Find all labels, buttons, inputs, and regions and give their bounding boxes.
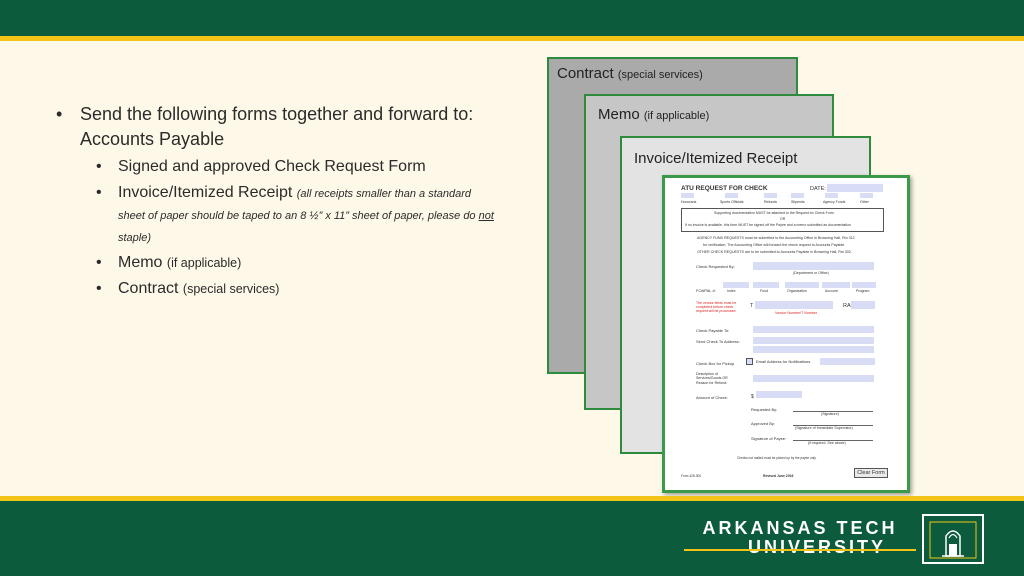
- category-checkbox[interactable]: [764, 193, 777, 198]
- foapal-col: Organization: [787, 289, 807, 293]
- card-title-paren: (special services): [617, 69, 703, 81]
- check-request-form: ATU REQUEST FOR CHECK DATE: Honoraria Sp…: [662, 175, 910, 493]
- main-bullet: Send the following forms together and fo…: [56, 102, 496, 152]
- category-label: Refunds: [764, 200, 778, 204]
- category-label: Stipends: [791, 200, 805, 204]
- card-title: Memo (if applicable): [598, 106, 709, 123]
- category-checkbox[interactable]: [725, 193, 738, 198]
- ra-field[interactable]: [851, 301, 875, 309]
- wordmark-underline: [684, 549, 916, 551]
- vendor-red-note: The vendor fields must be completed befo…: [696, 301, 737, 314]
- pickup-label: Check Box for Pickup: [696, 361, 735, 366]
- sub-bullet-invoice: Invoice/Itemized Receipt (all receipts s…: [56, 182, 496, 248]
- payable-to-field[interactable]: [753, 326, 874, 333]
- description-label: Description of Services/Goods OR Reason …: [696, 372, 728, 385]
- notice-line: If no invoice is available, this form MU…: [685, 223, 852, 227]
- address-field-2[interactable]: [753, 346, 874, 353]
- foapal-account-field[interactable]: [822, 282, 850, 288]
- t-number-label: T: [750, 303, 754, 309]
- clear-form-button[interactable]: Clear Form: [854, 468, 888, 478]
- category-checkbox[interactable]: [791, 193, 804, 198]
- notice-line: Supporting documentation MUST be attache…: [714, 211, 834, 215]
- agency-line: AGENCY FUND REQUESTS must be submitted t…: [697, 236, 855, 240]
- vendor-number-field[interactable]: [755, 301, 833, 309]
- foapal-fund-field[interactable]: [753, 282, 779, 288]
- receipt-note-post: staple): [118, 232, 152, 244]
- card-title: Contract (special services): [557, 65, 703, 82]
- email-label: Email Address for Notifications: [756, 359, 811, 364]
- date-field[interactable]: [827, 184, 883, 192]
- sub-bullet-paren: (special services): [182, 282, 280, 296]
- notice-or: OR: [780, 217, 786, 221]
- payee-signature-label: Signature of Payee:: [751, 436, 787, 441]
- form-number: Form 425-300: [681, 474, 702, 478]
- documentation-notice-box: Supporting documentation MUST be attache…: [681, 208, 884, 232]
- category-label: Agency Funds: [823, 200, 846, 204]
- pickup-footer-note: Checks not mailed must be picked up by t…: [737, 456, 817, 460]
- date-label: DATE:: [810, 186, 826, 192]
- category-checkbox[interactable]: [825, 193, 838, 198]
- card-title-text: Contract: [557, 65, 614, 82]
- address-field-1[interactable]: [753, 337, 874, 344]
- category-label: Honoraria: [681, 200, 697, 204]
- if-required-caption: (If required. See above): [808, 441, 846, 445]
- sub-bullet-label: Memo: [118, 254, 163, 271]
- card-title: Invoice/Itemized Receipt: [634, 150, 797, 167]
- payable-to-label: Check Payable To:: [696, 328, 730, 333]
- sub-bullet-label: Invoice/Itemized Receipt: [118, 184, 293, 201]
- form-title: ATU REQUEST FOR CHECK: [681, 185, 768, 192]
- pickup-checkbox[interactable]: [746, 358, 753, 365]
- approved-label: Approved By:: [751, 421, 776, 426]
- foapal-org-field[interactable]: [785, 282, 819, 288]
- foapal-program-field[interactable]: [852, 282, 876, 288]
- bell-tower-icon: [929, 521, 977, 559]
- supervisor-caption: (Signature of Immediate Supervisor): [795, 426, 853, 430]
- top-banner: [0, 0, 1024, 36]
- description-field[interactable]: [753, 375, 874, 382]
- send-to-label: Send Check To Address:: [696, 339, 740, 344]
- bullet-list: Send the following forms together and fo…: [56, 102, 496, 300]
- revised-date: Revised June 2016: [763, 474, 794, 478]
- category-checkbox[interactable]: [860, 193, 873, 198]
- department-field[interactable]: [753, 262, 874, 270]
- sub-bullet-memo: Memo (if applicable): [56, 252, 496, 274]
- category-checkbox[interactable]: [681, 193, 694, 198]
- receipt-note-emphasis: not: [478, 210, 494, 222]
- top-gold-stripe: [0, 36, 1024, 41]
- sub-bullet-label: Contract: [118, 280, 179, 297]
- foapal-label: FOAPAL #:: [696, 288, 716, 293]
- email-field[interactable]: [820, 358, 875, 365]
- requested-by-label: Check Requested By:: [696, 264, 735, 269]
- agency-line: for verification. The Accounting Office …: [703, 243, 846, 247]
- card-title-text: Memo: [598, 106, 640, 123]
- foapal-col: Program: [856, 289, 870, 293]
- requested-label: Requested By:: [751, 407, 778, 412]
- foapal-col: Account: [825, 289, 838, 293]
- sub-bullet-list: Signed and approved Check Request Form I…: [56, 156, 496, 300]
- sub-bullet-label: Signed and approved Check Request Form: [118, 158, 426, 175]
- wordmark-line-1: ARKANSAS TECH: [702, 518, 898, 538]
- vendor-caption: Vendor Number/T Number: [775, 311, 818, 315]
- card-title-paren: (if applicable): [643, 110, 710, 122]
- agency-line: OTHER CHECK REQUESTS are to be submitted…: [697, 250, 852, 254]
- sub-bullet-check-request: Signed and approved Check Request Form: [56, 156, 496, 178]
- amount-field[interactable]: [756, 391, 802, 398]
- signature-caption: (Signature): [821, 412, 839, 416]
- category-label: Other: [860, 200, 869, 204]
- university-logo-icon: [922, 514, 984, 564]
- ra-label: RA: [843, 303, 851, 309]
- dollar-sign: $: [751, 394, 754, 400]
- sub-bullet-paren: (if applicable): [166, 256, 242, 270]
- amount-label: Amount of Check:: [696, 395, 728, 400]
- card-title-text: Invoice/Itemized Receipt: [634, 150, 798, 167]
- sub-bullet-contract: Contract (special services): [56, 278, 496, 300]
- foapal-col: Index: [727, 289, 736, 293]
- department-caption: (Department or Office): [793, 271, 829, 275]
- category-label: Sports Officials: [720, 200, 744, 204]
- foapal-index-field[interactable]: [723, 282, 749, 288]
- foapal-col: Fund: [760, 289, 768, 293]
- wordmark-line-2: UNIVERSITY: [748, 537, 887, 557]
